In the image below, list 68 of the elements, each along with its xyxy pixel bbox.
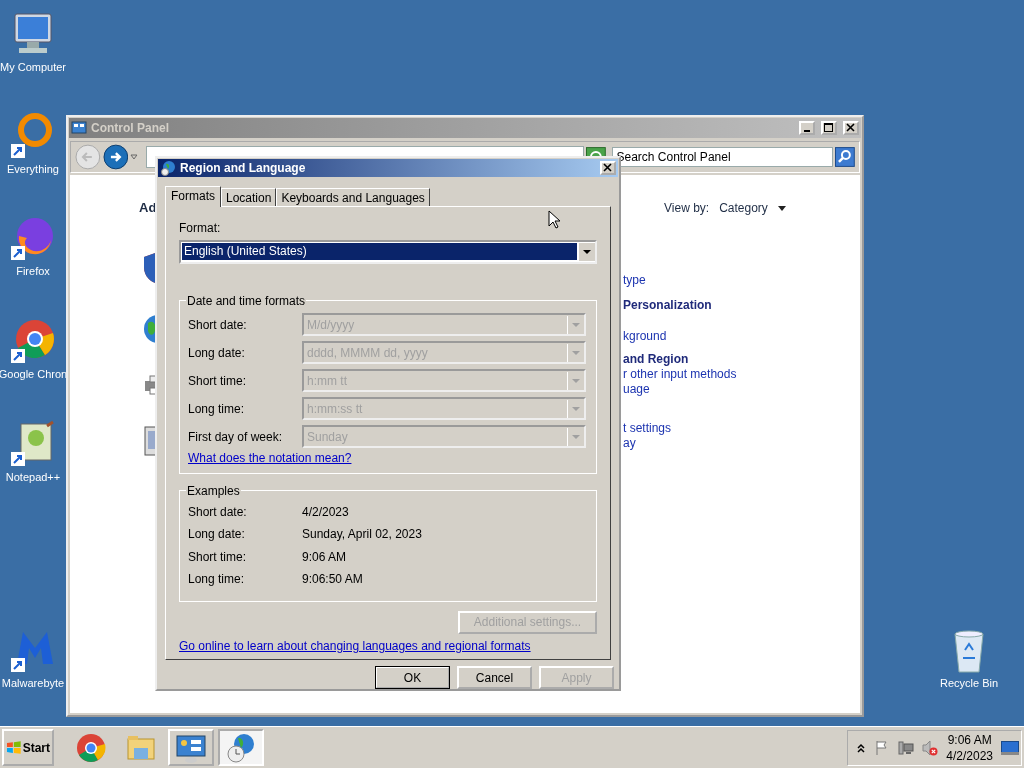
category-link[interactable]: and Region [623,352,689,367]
clock-date[interactable]: 4/2/2023 [946,747,993,764]
desktop-icon-label[interactable]: Recycle Bin [939,677,999,689]
format-label: Format: [179,220,222,235]
task-link[interactable]: kground [623,329,667,344]
network-icon[interactable] [898,739,915,756]
desktop-icon-label[interactable]: Malwarebyte [1,677,65,689]
group-title: Examples [186,483,241,498]
example-label: Long date: [188,527,246,542]
browser-icon[interactable] [9,317,57,365]
task-link[interactable]: type [623,273,646,288]
example-value: 9:06:50 AM [302,572,363,587]
cursor-icon [548,210,560,229]
example-label: Short date: [188,504,248,519]
task-link[interactable]: t settings [623,421,672,436]
control-panel-icon [71,120,87,136]
control-panel-task-button[interactable] [168,729,214,766]
task-link[interactable]: r other input methods [623,367,737,382]
window-title: Control Panel [91,121,169,135]
start-button[interactable]: Start [2,729,54,766]
forward-button[interactable] [102,144,129,170]
example-value: Sunday, April 02, 2023 [302,527,422,542]
field-label: Long time: [188,401,246,416]
desktop-icon-label[interactable]: Everything [7,163,59,175]
field-label: Short date: [188,317,248,332]
search-button[interactable] [835,147,855,167]
field-label: Long date: [188,345,246,360]
view-by-dropdown[interactable]: Category [719,201,786,215]
caret-icon[interactable] [130,153,139,161]
minimize-icon [804,130,810,132]
example-value: 9:06 AM [302,549,347,564]
field-label: Short time: [188,373,248,388]
notation-link[interactable]: What does the notation mean? [188,450,352,465]
tab[interactable]: Location [221,187,277,206]
view-by-label: View by: [664,201,710,215]
muted-speaker-icon[interactable] [922,739,939,756]
example-label: Short time: [188,549,248,564]
tab[interactable]: Formats [165,185,221,207]
dialog-title: Region and Language [180,160,306,175]
minimize-button[interactable] [799,121,815,135]
desktop-icon-label[interactable]: Notepad++ [5,471,61,483]
show-desktop-icon[interactable] [1001,740,1019,755]
dialog-button[interactable]: OK [375,666,450,689]
group-title: Date and time formats [186,293,307,308]
maximize-button[interactable] [821,121,837,135]
logo [6,739,22,756]
maximize-icon [824,123,834,133]
clock-time[interactable]: 9:06 AM [947,731,992,748]
dialog-button[interactable]: Cancel [457,666,532,689]
tab[interactable]: Keyboards and Languages [276,187,430,206]
desktop-icon-label[interactable]: Google Chron [0,368,68,380]
example-label: Long time: [188,572,246,587]
globe-task-button[interactable] [218,729,264,766]
task-link[interactable]: ay [623,436,636,451]
close-button[interactable] [843,121,859,135]
format-dropdown[interactable]: English (United States) [179,239,597,264]
dropdown-arrow-icon[interactable] [578,242,595,261]
task-link[interactable]: uage [623,382,650,397]
desktop-icon-label[interactable]: Firefox [16,265,50,277]
caret-icon [777,205,786,211]
category-link[interactable]: Personalization [623,298,712,313]
chevron-up-icon[interactable] [856,741,867,754]
example-value: 4/2/2023 [302,504,349,519]
desktop-icon-label[interactable]: My Computer [0,61,66,73]
field-label: First day of week: [188,429,284,444]
globe-icon [160,159,176,176]
online-help-link[interactable]: Go online to learn about changing languages and regional formats [179,638,531,653]
close-button[interactable] [600,160,616,175]
